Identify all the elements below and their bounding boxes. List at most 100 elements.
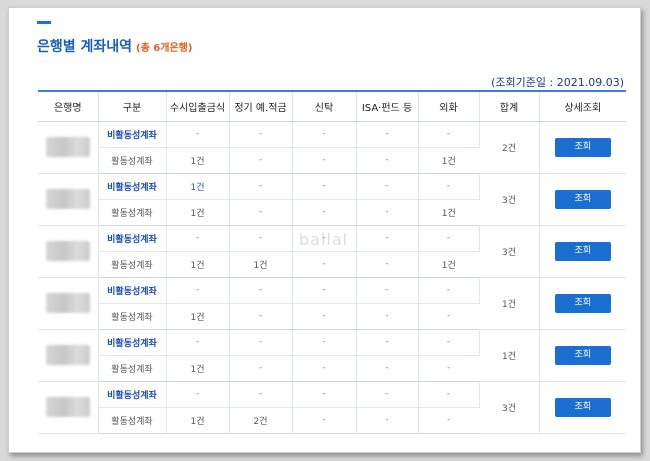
bank-name-cell	[38, 121, 99, 174]
cell-inactive-time-deposit: -	[229, 173, 293, 200]
bank-name-redacted	[45, 137, 90, 157]
bank-name-cell	[38, 225, 99, 278]
cell-active-isa-fund: -	[356, 303, 419, 330]
header-bank: 은행명	[38, 91, 99, 122]
detail-cell: 조회	[539, 121, 626, 174]
header-foreign-currency: 외화	[418, 91, 480, 122]
table-row: 비활동성계좌 - - - - -1건 조회	[38, 277, 626, 330]
cell-inactive-isa-fund: -	[356, 277, 419, 304]
view-detail-button[interactable]: 조회	[554, 397, 611, 417]
account-type-active: 활동성계좌	[98, 407, 167, 434]
cell-inactive-demand-deposit: -	[166, 277, 230, 304]
bank-name-redacted	[45, 397, 90, 417]
table-body: 비활동성계좌 - - - - -2건 조회 활동성계좌 1건 - - -1건 비활동성계좌 1건 - - - -3…	[38, 121, 626, 434]
cell-active-time-deposit: -	[229, 199, 293, 226]
detail-cell: 조회	[539, 173, 626, 226]
account-type-active: 활동성계좌	[98, 303, 167, 330]
cell-inactive-foreign-currency: -	[418, 173, 480, 200]
header-trust: 신탁	[292, 91, 357, 122]
cell-inactive-foreign-currency: -	[418, 277, 480, 304]
cell-active-foreign-currency: -	[418, 355, 479, 382]
cell-inactive-foreign-currency: -	[418, 381, 480, 408]
cell-inactive-trust: -	[292, 173, 357, 200]
total-cell: 3건	[479, 381, 540, 434]
total-cell: 2건	[479, 121, 540, 174]
bank-name-cell	[38, 173, 99, 226]
account-type-inactive: 비활동성계좌	[98, 381, 167, 408]
account-type-inactive: 비활동성계좌	[98, 277, 167, 304]
total-cell: 1건	[479, 277, 540, 330]
view-detail-button[interactable]: 조회	[554, 345, 611, 365]
cell-active-demand-deposit: 1건	[166, 147, 230, 174]
table-row: 비활동성계좌 - - - - -3건 조회	[38, 381, 626, 434]
view-detail-button[interactable]: 조회	[554, 293, 611, 313]
cell-active-time-deposit: -	[229, 147, 293, 174]
cell-active-trust: -	[292, 355, 357, 382]
cell-active-trust: -	[292, 147, 357, 174]
cell-inactive-time-deposit: -	[229, 381, 293, 408]
cell-active-foreign-currency: 1건	[418, 147, 479, 174]
cell-active-foreign-currency: -	[418, 303, 479, 330]
bank-count-label: (총 6개은행)	[136, 43, 193, 54]
cell-inactive-foreign-currency: -	[418, 121, 480, 148]
title-accent-bar	[37, 21, 51, 24]
header-demand-deposit: 수시입출금식	[166, 91, 230, 122]
cell-inactive-time-deposit: -	[229, 121, 293, 148]
detail-cell: 조회	[539, 225, 626, 278]
header-detail: 상세조회	[539, 91, 626, 122]
table-row: 비활동성계좌 - - - - -2건 조회	[38, 121, 626, 174]
cell-inactive-isa-fund: -	[356, 173, 419, 200]
account-type-active: 활동성계좌	[98, 199, 167, 226]
cell-inactive-trust: -	[292, 277, 357, 304]
total-cell: 3건	[479, 225, 540, 278]
cell-active-trust: -	[292, 199, 357, 226]
cell-active-foreign-currency: 1건	[418, 251, 479, 278]
cell-inactive-trust: -	[292, 381, 357, 408]
detail-cell: 조회	[539, 329, 626, 382]
bank-name-cell	[38, 329, 99, 382]
cell-inactive-time-deposit: -	[229, 329, 293, 356]
cell-active-isa-fund: -	[356, 407, 419, 434]
cell-inactive-time-deposit: -	[229, 225, 293, 252]
account-type-active: 활동성계좌	[98, 355, 167, 382]
cell-inactive-isa-fund: -	[356, 225, 419, 252]
cell-active-trust: -	[292, 407, 357, 434]
page-frame: 은행별 계좌내역 (총 6개은행) (조회기준일 : 2021.09.03) 은행…	[8, 7, 641, 453]
account-type-inactive: 비활동성계좌	[98, 173, 167, 200]
cell-inactive-demand-deposit: 1건	[166, 173, 230, 200]
cell-inactive-trust: -	[292, 121, 357, 148]
header-isa-fund: ISA·펀드 등	[356, 91, 419, 122]
header-total: 합계	[479, 91, 540, 122]
view-detail-button[interactable]: 조회	[554, 189, 611, 209]
account-type-inactive: 비활동성계좌	[98, 121, 167, 148]
cell-active-isa-fund: -	[356, 147, 419, 174]
cell-active-time-deposit: 2건	[229, 407, 293, 434]
cell-active-time-deposit: 1건	[229, 251, 293, 278]
cell-active-time-deposit: -	[229, 355, 293, 382]
account-table: 은행명 구분 수시입출금식 정기 예.적금 신탁 ISA·펀드 등 외화 합계 …	[38, 90, 626, 434]
cell-inactive-isa-fund: -	[356, 329, 419, 356]
account-type-active: 활동성계좌	[98, 251, 167, 278]
cell-active-trust: -	[292, 303, 357, 330]
cell-active-demand-deposit: 1건	[166, 355, 230, 382]
cell-active-demand-deposit: 1건	[166, 251, 230, 278]
view-detail-button[interactable]: 조회	[554, 241, 611, 261]
view-detail-button[interactable]: 조회	[554, 137, 611, 157]
cell-inactive-isa-fund: -	[356, 121, 419, 148]
header-time-deposit: 정기 예.적금	[229, 91, 293, 122]
base-date-label: (조회기준일 : 2021.09.03)	[491, 76, 624, 89]
bank-name-redacted	[45, 189, 90, 209]
table-row: 비활동성계좌 1건 - - - -3건 조회	[38, 173, 626, 226]
cell-inactive-trust: -	[292, 329, 357, 356]
detail-cell: 조회	[539, 277, 626, 330]
table-header-row: 은행명 구분 수시입출금식 정기 예.적금 신탁 ISA·펀드 등 외화 합계 …	[38, 91, 626, 122]
cell-active-isa-fund: -	[356, 199, 419, 226]
total-cell: 1건	[479, 329, 540, 382]
page-title: 은행별 계좌내역 (총 6개은행)	[37, 36, 192, 56]
cell-inactive-foreign-currency: -	[418, 329, 480, 356]
cell-active-demand-deposit: 1건	[166, 199, 230, 226]
cell-active-foreign-currency: -	[418, 407, 479, 434]
bank-name-redacted	[45, 241, 90, 261]
cell-active-isa-fund: -	[356, 355, 419, 382]
cell-active-time-deposit: -	[229, 303, 293, 330]
